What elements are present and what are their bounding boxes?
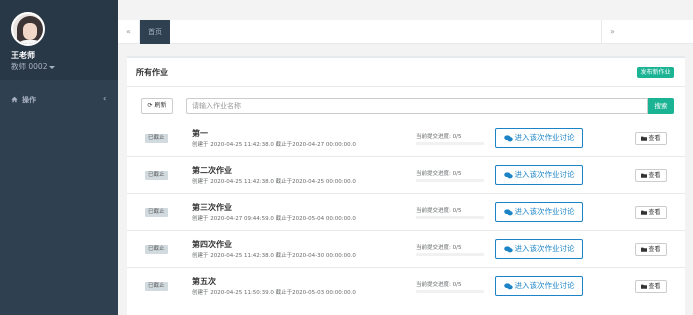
refresh-icon: ⟳ <box>147 102 153 109</box>
status-badge: 已截止 <box>145 208 168 217</box>
homework-list: 已截止 第一 创建于 2020-04-25 11:42:38.0 截止于2020… <box>127 120 685 305</box>
home-icon <box>11 96 18 103</box>
profile-role: 教师 0002 <box>11 62 48 71</box>
search-button[interactable]: 搜索 <box>648 98 674 114</box>
folder-icon <box>641 247 648 252</box>
progress-label: 当前提交进度: 0/5 <box>416 171 462 177</box>
folder-icon <box>641 210 648 215</box>
sidebar-item-operations[interactable]: 操作 ‹ <box>0 94 118 108</box>
enter-discussion-button[interactable]: 进入该次作业讨论 <box>495 239 583 259</box>
discuss-label: 进入该次作业讨论 <box>514 207 575 216</box>
refresh-label: 刷新 <box>154 102 167 109</box>
progress-bar <box>416 216 484 219</box>
status-badge: 已截止 <box>145 171 168 180</box>
enter-discussion-button[interactable]: 进入该次作业讨论 <box>495 276 583 296</box>
view-button[interactable]: 查看 <box>635 280 667 293</box>
progress-bar <box>416 253 484 256</box>
chat-icon <box>503 134 513 141</box>
table-row: 已截止 第二次作业 创建于 2020-04-25 11:42:38.0 截止于2… <box>127 157 685 194</box>
refresh-button[interactable]: ⟳ 刷新 <box>141 98 173 114</box>
discuss-label: 进入该次作业讨论 <box>514 281 575 290</box>
homework-name: 第一 <box>192 129 208 138</box>
sidebar: 王老师 教师 0002 操作 ‹ <box>0 0 118 315</box>
top-navbar <box>118 0 693 20</box>
progress-bar <box>416 142 484 145</box>
enter-discussion-button[interactable]: 进入该次作业讨论 <box>495 128 583 148</box>
homework-name: 第四次作业 <box>192 240 232 249</box>
discuss-label: 进入该次作业讨论 <box>514 170 575 179</box>
progress-label: 当前提交进度: 0/5 <box>416 134 462 140</box>
view-button[interactable]: 查看 <box>635 243 667 256</box>
homework-meta: 创建于 2020-04-25 11:42:38.0 截止于2020-04-25 … <box>192 179 356 185</box>
discuss-label: 进入该次作业讨论 <box>514 244 575 253</box>
progress-bar <box>416 290 484 293</box>
search-input[interactable] <box>186 98 648 114</box>
homework-meta: 创建于 2020-04-25 11:50:39.0 截止于2020-05-03 … <box>192 290 356 296</box>
enter-discussion-button[interactable]: 进入该次作业讨论 <box>495 165 583 185</box>
view-button[interactable]: 查看 <box>635 206 667 219</box>
caret-down-icon <box>49 65 56 69</box>
homework-name: 第二次作业 <box>192 166 232 175</box>
view-button[interactable]: 查看 <box>635 169 667 182</box>
view-button[interactable]: 查看 <box>635 132 667 145</box>
status-badge: 已截止 <box>145 134 168 143</box>
homework-panel: 所有作业 发布新作业 ⟳ 刷新 搜索 已截止 第一 创建于 2020-04-25… <box>127 56 685 315</box>
chat-icon <box>503 245 513 252</box>
profile-role-dropdown[interactable]: 教师 0002 <box>11 61 56 72</box>
avatar[interactable] <box>11 12 45 46</box>
page-title: 所有作业 <box>136 68 168 77</box>
tab-scroll-right-button[interactable]: » <box>601 20 623 44</box>
table-row: 已截止 第一 创建于 2020-04-25 11:42:38.0 截止于2020… <box>127 120 685 157</box>
profile-header: 王老师 教师 0002 <box>0 0 118 80</box>
tab-scroll-left-button[interactable]: « <box>118 20 140 44</box>
divider <box>127 86 685 87</box>
view-label: 查看 <box>648 172 661 179</box>
chat-icon <box>503 171 513 178</box>
view-label: 查看 <box>648 246 661 253</box>
chat-icon <box>503 282 513 289</box>
status-badge: 已截止 <box>145 245 168 254</box>
folder-icon <box>641 173 648 178</box>
sidebar-item-label: 操作 <box>22 96 36 104</box>
folder-icon <box>641 284 648 289</box>
view-label: 查看 <box>648 283 661 290</box>
tab-home[interactable]: 首页 <box>140 20 170 44</box>
folder-icon <box>641 136 648 141</box>
enter-discussion-button[interactable]: 进入该次作业讨论 <box>495 202 583 222</box>
homework-meta: 创建于 2020-04-25 11:42:38.0 截止于2020-04-27 … <box>192 142 356 148</box>
table-row: 已截止 第五次 创建于 2020-04-25 11:50:39.0 截止于202… <box>127 268 685 305</box>
discuss-label: 进入该次作业讨论 <box>514 133 575 142</box>
progress-label: 当前提交进度: 0/5 <box>416 282 462 288</box>
homework-meta: 创建于 2020-04-25 11:42:38.0 截止于2020-04-30 … <box>192 253 356 259</box>
tab-bar: « 首页 » <box>118 20 693 44</box>
view-label: 查看 <box>648 135 661 142</box>
homework-meta: 创建于 2020-04-27 09:44:59.0 截止于2020-05-04 … <box>192 216 356 222</box>
chevron-left-icon: ‹ <box>103 94 107 103</box>
publish-homework-button[interactable]: 发布新作业 <box>637 67 674 78</box>
homework-name: 第五次 <box>192 277 216 286</box>
progress-bar <box>416 179 484 182</box>
profile-name: 王老师 <box>11 51 35 60</box>
homework-name: 第三次作业 <box>192 203 232 212</box>
table-row: 已截止 第三次作业 创建于 2020-04-27 09:44:59.0 截止于2… <box>127 194 685 231</box>
status-badge: 已截止 <box>145 282 168 291</box>
progress-label: 当前提交进度: 0/5 <box>416 245 462 251</box>
progress-label: 当前提交进度: 0/5 <box>416 208 462 214</box>
view-label: 查看 <box>648 209 661 216</box>
table-row: 已截止 第四次作业 创建于 2020-04-25 11:42:38.0 截止于2… <box>127 231 685 268</box>
chat-icon <box>503 208 513 215</box>
